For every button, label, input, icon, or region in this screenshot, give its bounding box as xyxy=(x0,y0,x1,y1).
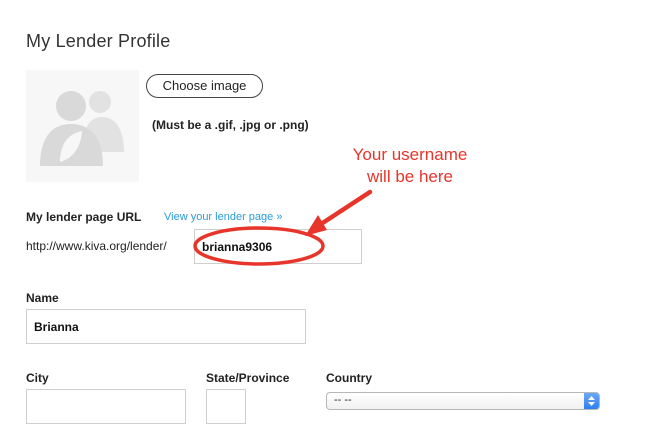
annotation-arrow-shaft xyxy=(315,189,373,229)
page-title: My Lender Profile xyxy=(26,31,171,51)
country-selected-value: -- -- xyxy=(334,394,352,406)
username-annotation: Your username will be here xyxy=(335,144,485,188)
state-input[interactable] xyxy=(206,389,246,424)
name-label: Name xyxy=(26,291,59,305)
city-input[interactable] xyxy=(26,389,186,424)
state-label: State/Province xyxy=(206,371,290,385)
default-avatar-icon xyxy=(40,91,124,166)
lender-url-input[interactable] xyxy=(194,229,362,264)
annotation-line-2: will be here xyxy=(367,167,453,186)
lender-profile-page: My Lender Profile Choose image (Must be … xyxy=(0,0,665,443)
country-select[interactable]: -- -- xyxy=(326,392,600,410)
profile-image-placeholder xyxy=(26,70,139,182)
view-lender-page-link[interactable]: View your lender page » xyxy=(164,211,282,223)
name-input[interactable] xyxy=(26,309,306,344)
annotation-line-1: Your username xyxy=(352,145,468,164)
select-updown-arrows-icon xyxy=(584,393,599,409)
choose-image-button[interactable]: Choose image xyxy=(146,74,263,98)
lender-url-prefix: http://www.kiva.org/lender/ xyxy=(26,239,167,253)
city-label: City xyxy=(26,371,49,385)
lender-url-label: My lender page URL xyxy=(26,210,142,224)
country-label: Country xyxy=(326,371,372,385)
image-format-hint: (Must be a .gif, .jpg or .png) xyxy=(152,118,309,132)
